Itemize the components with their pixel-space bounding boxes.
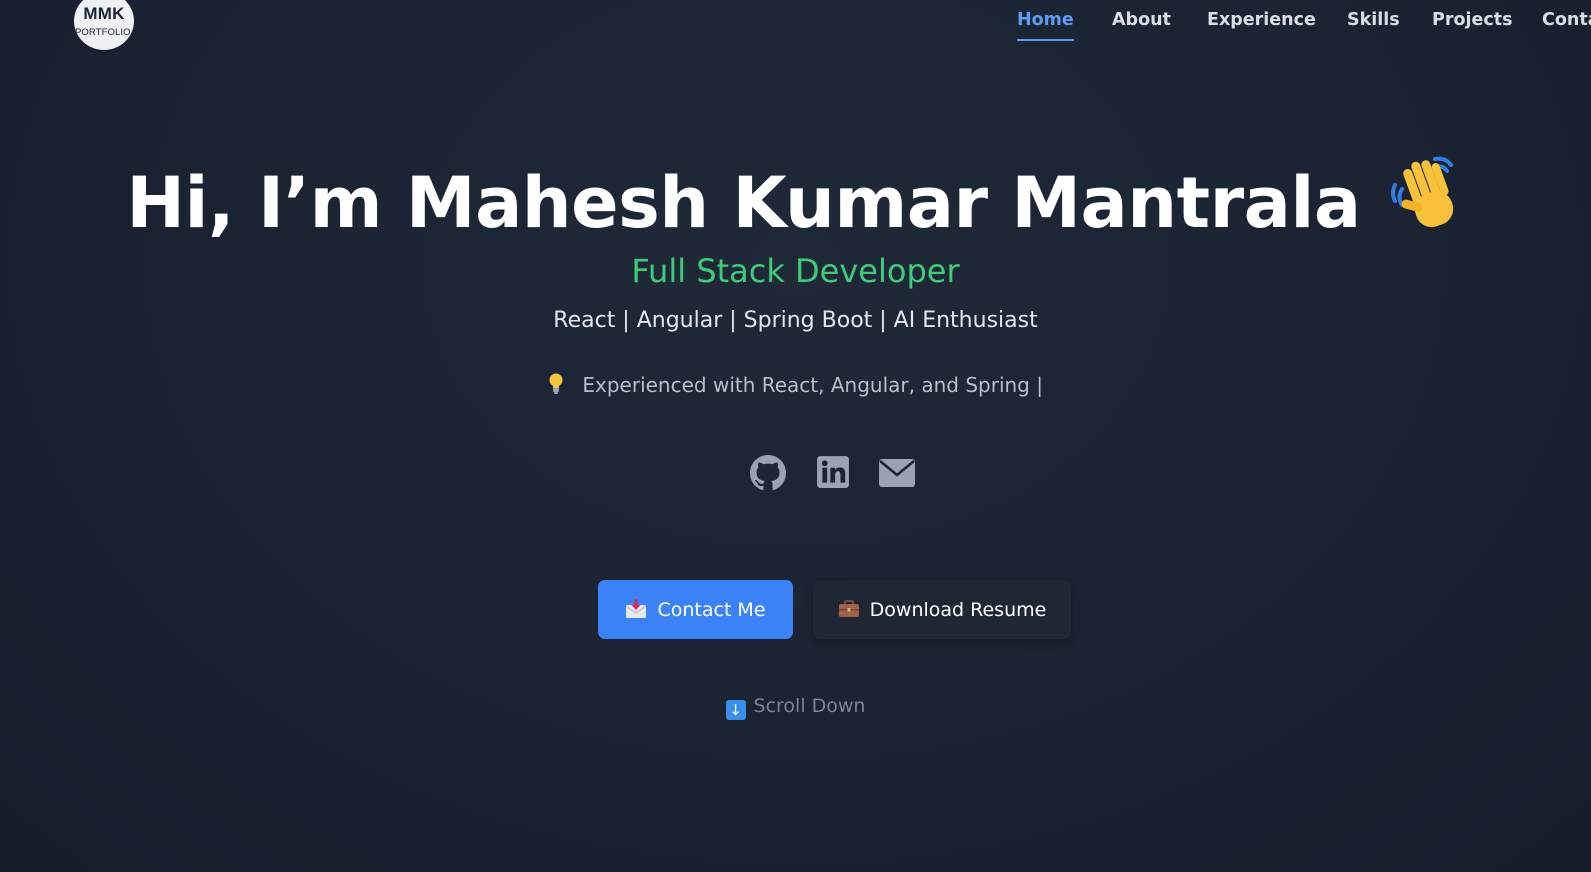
social-links [750, 455, 920, 495]
typing-text: Experienced with React, Angular, and Spr… [582, 373, 1043, 397]
briefcase-icon [838, 599, 860, 621]
typing-line: Experienced with React, Angular, and Spr… [0, 373, 1591, 397]
logo[interactable]: MMK PORTFOLIO [74, 0, 134, 50]
scroll-down-label: Scroll Down [753, 695, 866, 717]
waving-hand-icon [1385, 153, 1465, 250]
envelope-arrow-icon [625, 598, 647, 621]
linkedin-icon[interactable] [816, 455, 852, 491]
hero-role: Full Stack Developer [631, 252, 960, 290]
contact-me-label: Contact Me [657, 598, 766, 621]
download-resume-label: Download Resume [869, 598, 1047, 621]
scroll-down-hint[interactable]: ↓ Scroll Down [0, 695, 1591, 720]
nav-home[interactable]: Home [1017, 10, 1074, 41]
portfolio-page: MMK PORTFOLIO Home About Experience Skil… [0, 0, 1591, 872]
nav-skills[interactable]: Skills [1347, 10, 1400, 30]
github-icon[interactable] [750, 455, 786, 491]
logo-subtitle: PORTFOLIO [75, 27, 131, 38]
nav-projects[interactable]: Projects [1432, 10, 1513, 30]
hero-title: Hi, I’m Mahesh Kumar Mantrala [0, 153, 1591, 250]
hero-stack: React | Angular | Spring Boot | AI Enthu… [553, 308, 1038, 333]
lightbulb-icon [548, 373, 570, 397]
nav-about[interactable]: About [1112, 10, 1171, 30]
down-arrow-icon: ↓ [725, 700, 746, 720]
hero-name: Hi, I’m Mahesh Kumar Mantrala [126, 162, 1361, 244]
contact-me-button[interactable]: Contact Me [598, 580, 793, 639]
nav-experience[interactable]: Experience [1207, 10, 1316, 30]
email-icon[interactable] [878, 458, 915, 494]
logo-initials: MMK [83, 4, 125, 23]
nav-contact[interactable]: Conta [1542, 10, 1591, 30]
download-resume-button[interactable]: Download Resume [813, 580, 1071, 639]
